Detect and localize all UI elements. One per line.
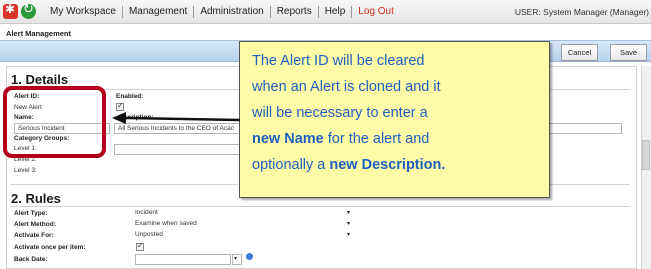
callout-arrow-icon: [112, 112, 241, 124]
